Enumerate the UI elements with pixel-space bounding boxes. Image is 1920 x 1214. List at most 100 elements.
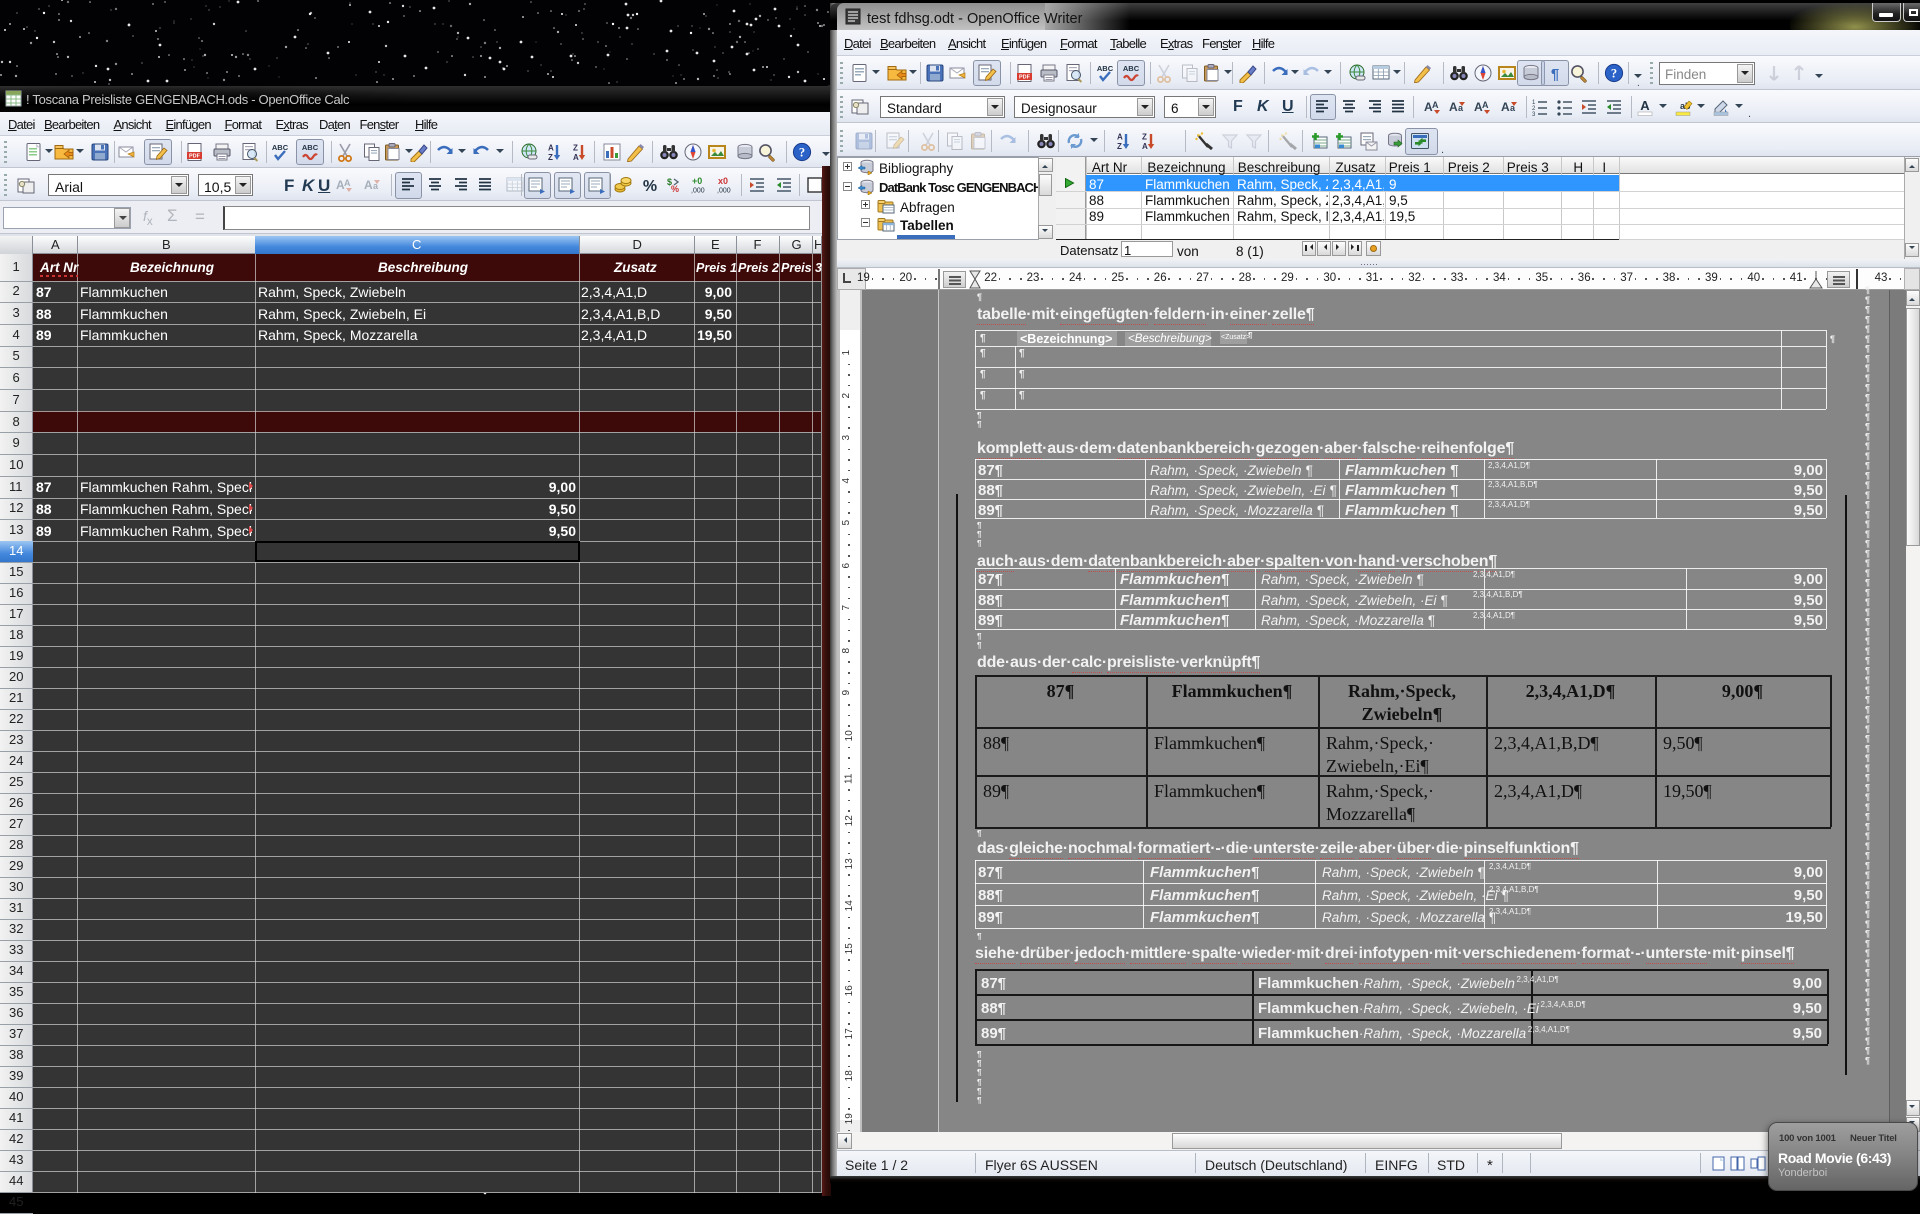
svg-text:¶: ¶ (1865, 500, 1870, 510)
svg-text:¶: ¶ (1865, 773, 1870, 783)
svg-text:¶: ¶ (1865, 324, 1870, 334)
svg-text:¶: ¶ (1865, 704, 1870, 714)
svg-text:¶: ¶ (1865, 578, 1870, 588)
svg-text:¶: ¶ (1865, 392, 1870, 402)
svg-text:¶: ¶ (1865, 373, 1870, 383)
svg-text:¶: ¶ (1865, 286, 1870, 295)
svg-text:,000: ,000 (717, 188, 731, 195)
svg-text:¶: ¶ (1865, 646, 1870, 656)
svg-text:Z: Z (1117, 142, 1122, 151)
svg-text:¶: ¶ (1865, 587, 1870, 597)
svg-text:¶: ¶ (1865, 656, 1870, 666)
svg-text:¶: ¶ (1865, 802, 1870, 812)
svg-text:A: A (573, 153, 579, 162)
svg-text:¶: ¶ (1865, 763, 1870, 773)
svg-text:Z: Z (548, 153, 553, 162)
svg-text:A: A (548, 144, 554, 153)
svg-text:¶: ¶ (1865, 607, 1870, 617)
svg-text:¶: ¶ (1865, 509, 1870, 519)
svg-text:¶: ¶ (1865, 529, 1870, 539)
svg-text:Z: Z (1142, 133, 1147, 142)
svg-text:ABC: ABC (302, 143, 319, 152)
svg-text:%: % (643, 178, 657, 195)
svg-text:¶: ¶ (1865, 860, 1870, 870)
svg-text:¶: ¶ (1865, 724, 1870, 734)
svg-text:¶: ¶ (1865, 1016, 1870, 1026)
svg-text:¶: ¶ (1865, 626, 1870, 636)
svg-text:¶: ¶ (1865, 383, 1870, 393)
svg-text:¶: ¶ (1865, 685, 1870, 695)
svg-text:A: A (1449, 100, 1458, 114)
svg-text:¶: ¶ (1865, 870, 1870, 880)
svg-text:¶: ¶ (1865, 305, 1870, 315)
svg-text:¶: ¶ (1865, 636, 1870, 646)
svg-text:3: 3 (1532, 112, 1536, 117)
svg-text:¶: ¶ (1865, 1026, 1870, 1036)
svg-text:¶: ¶ (1865, 422, 1870, 432)
svg-text:¶: ¶ (1865, 1046, 1870, 1056)
svg-text:¶: ¶ (1865, 851, 1870, 861)
svg-text:¶: ¶ (1865, 714, 1870, 724)
svg-text:¶: ¶ (1865, 929, 1870, 939)
svg-text:¶: ¶ (1865, 363, 1870, 373)
svg-text:PDF: PDF (1019, 75, 1031, 81)
svg-text:¶: ¶ (1865, 899, 1870, 909)
svg-text:A: A (364, 178, 373, 192)
svg-text:¶: ¶ (1865, 480, 1870, 490)
svg-text:A: A (344, 178, 351, 188)
svg-text:¶: ¶ (1865, 461, 1870, 471)
svg-text:¶: ¶ (1865, 831, 1870, 841)
svg-text:A: A (1501, 100, 1510, 114)
svg-text:¶: ¶ (1865, 568, 1870, 578)
svg-text:¶: ¶ (1865, 841, 1870, 851)
svg-text:¶: ¶ (1551, 66, 1559, 83)
svg-text:¶: ¶ (1865, 441, 1870, 451)
svg-text:¶: ¶ (1865, 987, 1870, 997)
svg-text:¶: ¶ (1865, 792, 1870, 802)
svg-text:¶: ¶ (1865, 539, 1870, 549)
svg-text:¶: ¶ (1865, 519, 1870, 529)
svg-text:¶: ¶ (1865, 548, 1870, 558)
svg-text:¶: ¶ (1865, 295, 1870, 305)
svg-text:A: A (1482, 100, 1489, 110)
svg-text:?: ? (799, 146, 805, 160)
svg-text:¶: ¶ (1865, 919, 1870, 929)
svg-text:¶: ¶ (1865, 402, 1870, 412)
svg-text:¶: ¶ (1865, 695, 1870, 705)
svg-text:¶: ¶ (1865, 890, 1870, 900)
svg-text:ABC: ABC (1123, 64, 1140, 73)
svg-text:Z: Z (573, 144, 578, 153)
svg-text:+0: +0 (692, 176, 702, 186)
svg-text:¶: ¶ (1865, 1055, 1870, 1065)
svg-text:ABC: ABC (1097, 64, 1114, 73)
svg-text:¶: ¶ (1865, 353, 1870, 363)
svg-text:¶: ¶ (1865, 451, 1870, 461)
svg-text:¶: ¶ (1865, 344, 1870, 354)
svg-text:A: A (1640, 98, 1650, 113)
svg-text:A: A (1432, 100, 1439, 110)
svg-text:¶: ¶ (1865, 1007, 1870, 1017)
svg-text:¶: ¶ (1865, 821, 1870, 831)
svg-text:¶: ¶ (1865, 938, 1870, 948)
svg-text:%: % (671, 184, 679, 194)
svg-text:x0: x0 (718, 176, 728, 186)
svg-text:¶: ¶ (1865, 412, 1870, 422)
svg-text:¶: ¶ (1865, 948, 1870, 958)
svg-text:¶: ¶ (1865, 753, 1870, 763)
svg-text:¶: ¶ (1865, 782, 1870, 792)
svg-text:¶: ¶ (1865, 909, 1870, 919)
svg-text:¶: ¶ (1865, 968, 1870, 978)
svg-text:¶: ¶ (1865, 812, 1870, 822)
svg-text:PDF: PDF (189, 154, 201, 160)
svg-text:A: A (1117, 133, 1123, 142)
svg-text:¶: ¶ (1865, 997, 1870, 1007)
svg-text:¶: ¶ (1865, 880, 1870, 890)
svg-text:ABC: ABC (272, 143, 289, 152)
svg-text:¶: ¶ (1865, 490, 1870, 500)
svg-text:A: A (1142, 142, 1148, 151)
svg-text:¶: ¶ (1865, 334, 1870, 344)
svg-text:¶: ¶ (1865, 314, 1870, 324)
svg-text:¶: ¶ (1865, 665, 1870, 675)
svg-text:¶: ¶ (1865, 431, 1870, 441)
svg-text:,000: ,000 (691, 188, 705, 195)
